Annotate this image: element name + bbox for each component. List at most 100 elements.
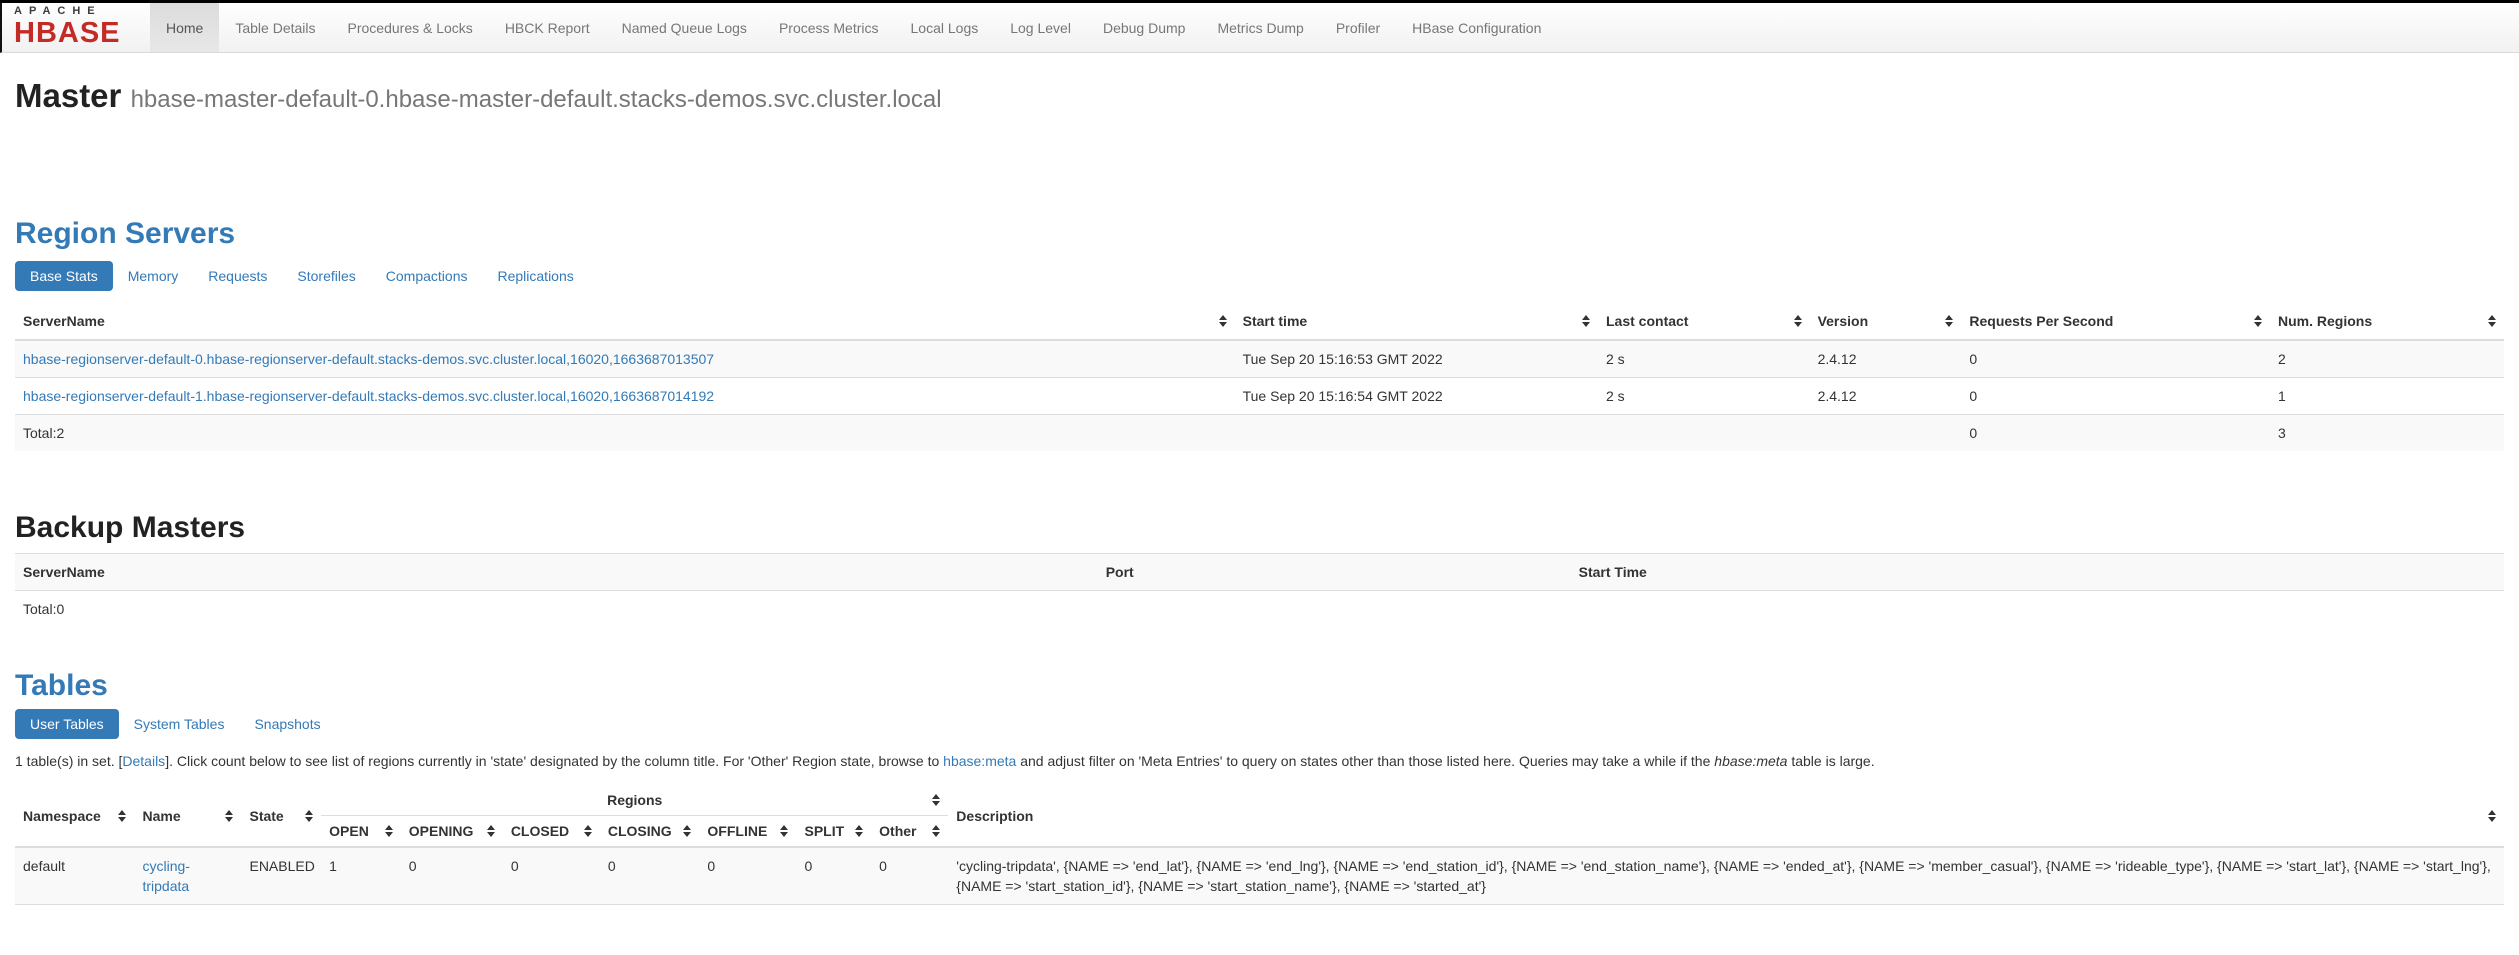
column-header-other[interactable]: Other xyxy=(871,816,948,848)
sort-icon[interactable] xyxy=(932,825,940,837)
user-tables-header-row-1: Namespace Name State Regions Description xyxy=(15,785,2504,816)
tab-user-tables[interactable]: User Tables xyxy=(15,709,119,739)
nav-item-process-metrics[interactable]: Process Metrics xyxy=(763,3,895,52)
sort-icon[interactable] xyxy=(683,825,691,837)
details-link[interactable]: Details xyxy=(122,753,165,769)
sort-icon[interactable] xyxy=(1582,315,1590,327)
nav-item-debug-dump[interactable]: Debug Dump xyxy=(1087,3,1202,52)
nav-item-local-logs[interactable]: Local Logs xyxy=(895,3,995,52)
tab-replications[interactable]: Replications xyxy=(482,261,588,291)
column-header-requests-per-second[interactable]: Requests Per Second xyxy=(1961,303,2270,340)
nav-item-table-details[interactable]: Table Details xyxy=(219,3,331,52)
backup-masters-table: ServerName Port Start Time Total:0 xyxy=(15,553,2504,627)
sort-icon[interactable] xyxy=(584,825,592,837)
regionserver-1-link[interactable]: hbase-regionserver-default-1.hbase-regio… xyxy=(23,388,714,404)
column-header-servername[interactable]: ServerName xyxy=(15,303,1235,340)
sort-icon[interactable] xyxy=(2488,810,2496,822)
sort-icon[interactable] xyxy=(225,810,233,822)
region-servers-heading: Region Servers xyxy=(15,217,2504,251)
description-cell: 'cycling-tripdata', {NAME => 'end_lat'},… xyxy=(948,847,2504,905)
region-servers-tabs: Base Stats Memory Requests Storefiles Co… xyxy=(15,261,2504,291)
column-header-opening[interactable]: OPENING xyxy=(401,816,503,848)
sort-icon[interactable] xyxy=(855,825,863,837)
column-header-start-time[interactable]: Start time xyxy=(1235,303,1598,340)
tab-snapshots[interactable]: Snapshots xyxy=(239,709,335,739)
column-header-namespace[interactable]: Namespace xyxy=(15,785,134,847)
nav-item-hbck-report[interactable]: HBCK Report xyxy=(489,3,606,52)
sort-icon[interactable] xyxy=(385,825,393,837)
sort-icon[interactable] xyxy=(118,810,126,822)
column-header-closed[interactable]: CLOSED xyxy=(503,816,600,848)
total-label: Total:0 xyxy=(15,591,1098,628)
column-header-port: Port xyxy=(1098,554,1571,591)
start-time-cell: Tue Sep 20 15:16:54 GMT 2022 xyxy=(1235,378,1598,415)
sort-icon[interactable] xyxy=(1794,315,1802,327)
sort-icon[interactable] xyxy=(487,825,495,837)
opening-count-cell[interactable]: 0 xyxy=(401,847,503,905)
name-cell: cycling-tripdata xyxy=(134,847,241,905)
column-header-name[interactable]: Name xyxy=(134,785,241,847)
column-header-num-regions[interactable]: Num. Regions xyxy=(2270,303,2504,340)
column-header-version[interactable]: Version xyxy=(1810,303,1962,340)
closed-count-cell[interactable]: 0 xyxy=(503,847,600,905)
tables-heading: Tables xyxy=(15,669,2504,703)
offline-count-cell[interactable]: 0 xyxy=(699,847,796,905)
column-header-closing[interactable]: CLOSING xyxy=(600,816,700,848)
column-header-state[interactable]: State xyxy=(241,785,321,847)
nav-item-metrics-dump[interactable]: Metrics Dump xyxy=(1201,3,1319,52)
tab-requests[interactable]: Requests xyxy=(193,261,282,291)
nav-item-home[interactable]: Home xyxy=(150,3,219,52)
sort-icon[interactable] xyxy=(1945,315,1953,327)
tab-system-tables[interactable]: System Tables xyxy=(119,709,240,739)
column-header-offline[interactable]: OFFLINE xyxy=(699,816,796,848)
tab-memory[interactable]: Memory xyxy=(113,261,194,291)
column-header-last-contact[interactable]: Last contact xyxy=(1598,303,1810,340)
version-cell: 2.4.12 xyxy=(1810,378,1962,415)
sort-icon[interactable] xyxy=(932,794,940,806)
column-header-split[interactable]: SPLIT xyxy=(796,816,871,848)
closing-count-cell[interactable]: 0 xyxy=(600,847,700,905)
navbar-items: Home Table Details Procedures & Locks HB… xyxy=(150,3,1557,52)
state-cell: ENABLED xyxy=(241,847,321,905)
num-regions-cell: 2 xyxy=(2270,340,2504,378)
backup-masters-header-row: ServerName Port Start Time xyxy=(15,554,2504,591)
sort-icon[interactable] xyxy=(1219,315,1227,327)
backup-masters-heading: Backup Masters xyxy=(15,511,2504,545)
table-row: hbase-regionserver-default-1.hbase-regio… xyxy=(15,378,2504,415)
nav-item-named-queue-logs[interactable]: Named Queue Logs xyxy=(606,3,763,52)
rps-cell: 0 xyxy=(1961,378,2270,415)
sort-icon[interactable] xyxy=(2488,315,2496,327)
column-header-open[interactable]: OPEN xyxy=(321,816,401,848)
total-label: Total:2 xyxy=(15,415,1235,452)
column-header-servername: ServerName xyxy=(15,554,1098,591)
hbase-logo[interactable]: APACHE HBASE xyxy=(2,3,150,52)
page-title: Master hbase-master-default-0.hbase-mast… xyxy=(15,77,2504,119)
regionserver-0-link[interactable]: hbase-regionserver-default-0.hbase-regio… xyxy=(23,351,714,367)
servername-cell: hbase-regionserver-default-1.hbase-regio… xyxy=(15,378,1235,415)
column-header-description[interactable]: Description xyxy=(948,785,2504,847)
logo-hbase-text: HBASE xyxy=(14,18,136,48)
namespace-cell: default xyxy=(15,847,134,905)
nav-item-profiler[interactable]: Profiler xyxy=(1320,3,1396,52)
tab-compactions[interactable]: Compactions xyxy=(371,261,483,291)
sort-icon[interactable] xyxy=(780,825,788,837)
hbase-meta-link[interactable]: hbase:meta xyxy=(943,753,1016,769)
total-row: Total:2 0 3 xyxy=(15,415,2504,452)
nav-item-hbase-configuration[interactable]: HBase Configuration xyxy=(1396,3,1557,52)
column-group-regions[interactable]: Regions xyxy=(321,785,948,816)
other-count-cell[interactable]: 0 xyxy=(871,847,948,905)
total-rps: 0 xyxy=(1961,415,2270,452)
cycling-tripdata-link[interactable]: cycling-tripdata xyxy=(142,858,189,894)
open-count-cell[interactable]: 1 xyxy=(321,847,401,905)
sort-icon[interactable] xyxy=(305,810,313,822)
start-time-cell: Tue Sep 20 15:16:53 GMT 2022 xyxy=(1235,340,1598,378)
sort-icon[interactable] xyxy=(2254,315,2262,327)
top-navbar: APACHE HBASE Home Table Details Procedur… xyxy=(0,3,2519,53)
master-hostname: hbase-master-default-0.hbase-master-defa… xyxy=(131,86,942,113)
split-count-cell[interactable]: 0 xyxy=(796,847,871,905)
nav-item-log-level[interactable]: Log Level xyxy=(994,3,1087,52)
tab-storefiles[interactable]: Storefiles xyxy=(282,261,370,291)
tab-base-stats[interactable]: Base Stats xyxy=(15,261,113,291)
nav-item-procedures-locks[interactable]: Procedures & Locks xyxy=(332,3,489,52)
master-title: Master xyxy=(15,77,121,114)
